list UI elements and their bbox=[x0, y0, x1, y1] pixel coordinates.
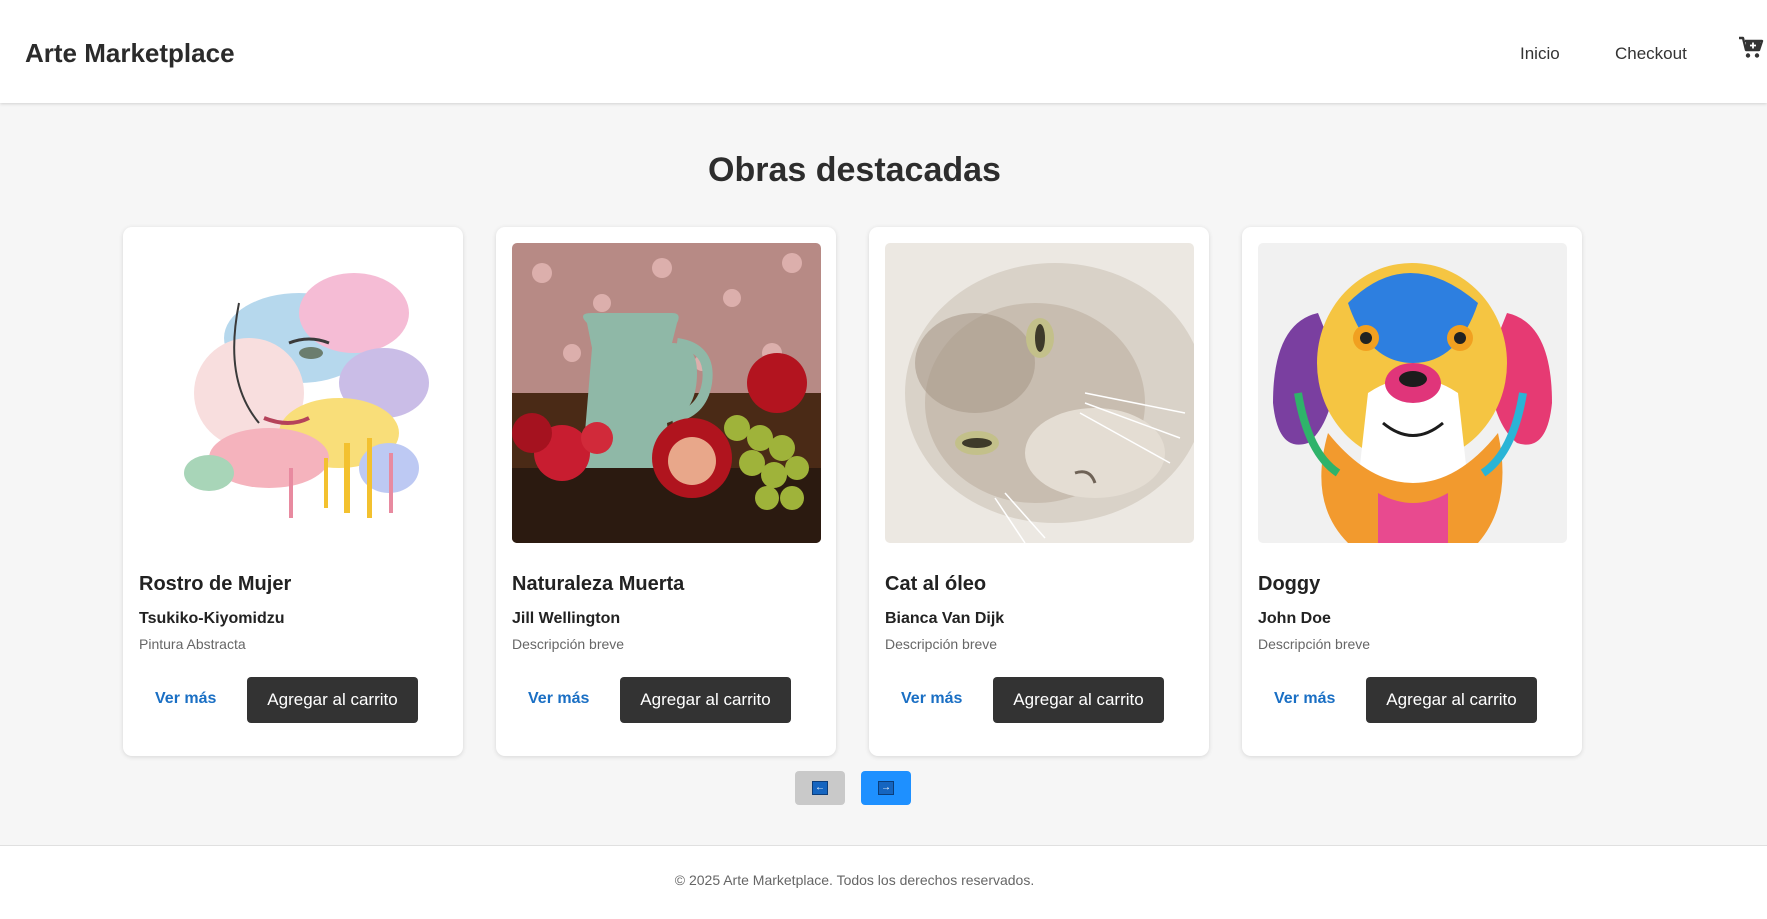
artist-name: Jill Wellington bbox=[512, 610, 621, 627]
artwork-image-dog[interactable] bbox=[1258, 243, 1567, 543]
brand-logo[interactable]: Arte Marketplace bbox=[25, 38, 235, 69]
artwork-card: Rostro de Mujer Tsukiko-Kiyomidzu Pintur… bbox=[123, 227, 463, 756]
site-footer: © 2025 Arte Marketplace. Todos los derec… bbox=[0, 845, 1767, 919]
ver-mas-link[interactable]: Ver más bbox=[901, 690, 962, 708]
ver-mas-link[interactable]: Ver más bbox=[155, 690, 216, 708]
artist-name: John Doe bbox=[1258, 610, 1331, 627]
artwork-title: Doggy bbox=[1258, 573, 1321, 595]
artwork-image-watercolor-face[interactable] bbox=[139, 243, 448, 543]
artwork-title: Naturaleza Muerta bbox=[512, 573, 685, 595]
artist-name: Bianca Van Dijk bbox=[885, 610, 1005, 627]
main-content: Obras destacadas Rostro de Mujer Tsukiko… bbox=[0, 103, 1767, 845]
artwork-description: Descripción breve bbox=[512, 636, 625, 652]
site-header: Arte Marketplace Inicio Checkout bbox=[0, 0, 1767, 103]
cart-plus-icon[interactable] bbox=[1738, 36, 1764, 60]
artwork-image-cat[interactable] bbox=[885, 243, 1194, 543]
artwork-card: Cat al óleo Bianca Van Dijk Descripción … bbox=[869, 227, 1209, 756]
arrow-left-icon: ← bbox=[812, 781, 828, 795]
carousel-prev-button[interactable]: ← bbox=[795, 771, 845, 805]
artist-name: Tsukiko-Kiyomidzu bbox=[139, 610, 285, 627]
artwork-card: Naturaleza Muerta Jill Wellington Descri… bbox=[496, 227, 836, 756]
carousel-next-button[interactable]: → bbox=[861, 771, 911, 805]
artwork-description: Descripción breve bbox=[1258, 636, 1371, 652]
add-to-cart-button[interactable]: Agregar al carrito bbox=[1366, 677, 1537, 723]
artwork-image-still-life[interactable] bbox=[512, 243, 821, 543]
section-title: Obras destacadas bbox=[708, 151, 1001, 189]
nav-link-checkout[interactable]: Checkout bbox=[1615, 44, 1687, 64]
artwork-description: Descripción breve bbox=[885, 636, 998, 652]
add-to-cart-button[interactable]: Agregar al carrito bbox=[247, 677, 418, 723]
arrow-right-icon: → bbox=[878, 781, 894, 795]
artwork-description: Pintura Abstracta bbox=[139, 636, 246, 652]
ver-mas-link[interactable]: Ver más bbox=[528, 690, 589, 708]
nav-link-inicio[interactable]: Inicio bbox=[1520, 44, 1560, 64]
artwork-title: Cat al óleo bbox=[885, 573, 987, 595]
add-to-cart-button[interactable]: Agregar al carrito bbox=[993, 677, 1164, 723]
artwork-title: Rostro de Mujer bbox=[139, 573, 292, 595]
ver-mas-link[interactable]: Ver más bbox=[1274, 690, 1335, 708]
add-to-cart-button[interactable]: Agregar al carrito bbox=[620, 677, 791, 723]
artwork-card: Doggy John Doe Descripción breve Ver más… bbox=[1242, 227, 1582, 756]
copyright-text: © 2025 Arte Marketplace. Todos los derec… bbox=[674, 872, 1035, 888]
